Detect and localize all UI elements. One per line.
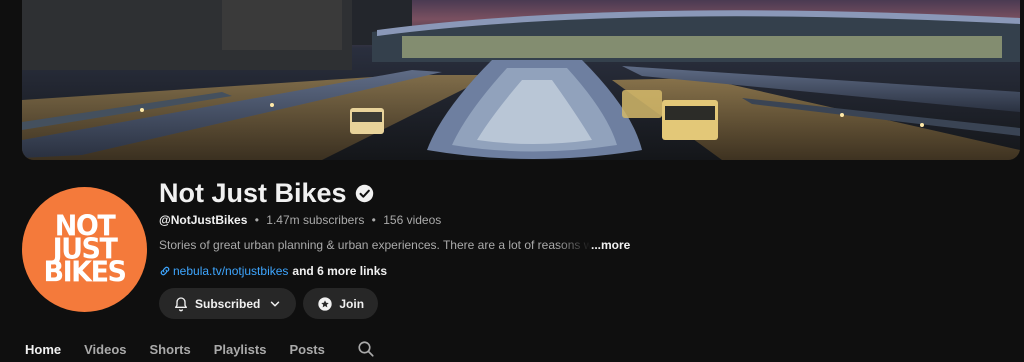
- channel-title-row: Not Just Bikes: [159, 177, 374, 209]
- subscriber-count: 1.47m subscribers: [266, 213, 365, 227]
- channel-links: nebula.tv/notjustbikes and 6 more links: [159, 264, 387, 278]
- tab-home[interactable]: Home: [25, 342, 61, 357]
- tab-posts[interactable]: Posts: [289, 342, 324, 357]
- channel-actions: Subscribed Join: [159, 288, 379, 319]
- subscribed-button[interactable]: Subscribed: [159, 288, 297, 319]
- channel-meta: @NotJustBikes • 1.47m subscribers • 156 …: [159, 213, 441, 227]
- more-links-button[interactable]: and 6 more links: [292, 264, 387, 278]
- channel-name: Not Just Bikes: [159, 177, 347, 208]
- chevron-down-icon: [268, 297, 282, 311]
- verified-check-icon: [355, 184, 374, 203]
- channel-link[interactable]: nebula.tv/notjustbikes: [173, 264, 288, 278]
- meta-separator: •: [371, 213, 376, 227]
- link-icon: [159, 265, 171, 277]
- description-more-button[interactable]: ...more: [591, 238, 630, 252]
- channel-logo: NOT JUST BIKES: [43, 212, 127, 289]
- bell-icon: [173, 296, 189, 312]
- logo-line: BIKES: [43, 255, 127, 289]
- join-label: Join: [339, 296, 365, 311]
- channel-avatar[interactable]: NOT JUST BIKES: [22, 187, 147, 312]
- join-button[interactable]: Join: [303, 288, 379, 319]
- channel-banner: [22, 0, 1020, 160]
- video-count: 156 videos: [383, 213, 442, 227]
- star-badge-icon: [317, 296, 333, 312]
- channel-description[interactable]: Stories of great urban planning & urban …: [159, 238, 630, 252]
- subscribed-label: Subscribed: [195, 296, 261, 311]
- search-icon[interactable]: [357, 340, 375, 358]
- tab-playlists[interactable]: Playlists: [214, 342, 267, 357]
- channel-handle: @NotJustBikes: [159, 213, 248, 227]
- tab-shorts[interactable]: Shorts: [150, 342, 191, 357]
- channel-tabs: Home Videos Shorts Playlists Posts: [25, 340, 375, 358]
- meta-separator: •: [254, 213, 259, 227]
- banner-image: [22, 0, 1020, 160]
- description-text: Stories of great urban planning & urban …: [159, 238, 591, 252]
- tab-videos[interactable]: Videos: [84, 342, 126, 357]
